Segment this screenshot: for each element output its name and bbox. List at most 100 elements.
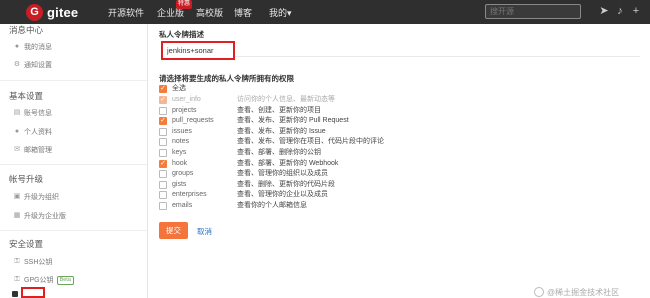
sidebar-item-upgrade-org[interactable]: ▣ 升级为组织 — [13, 192, 59, 202]
lock-icon — [12, 291, 18, 297]
sidebar-section-messages: 消息中心 — [9, 25, 44, 35]
permission-row[interactable]: groups 查看、管理你的组织以及成员 — [159, 169, 459, 179]
permission-name: emails — [172, 202, 193, 209]
permission-description: 访问你的个人信息、最新动态等 — [237, 96, 335, 103]
sidebar-item-label: 通知设置 — [24, 62, 52, 69]
permission-description: 查看、管理你的组织以及成员 — [237, 170, 328, 178]
sidebar-item-label: 我的消息 — [24, 44, 52, 51]
nav-my-label: 我的 — [269, 8, 288, 18]
paper-plane-icon[interactable]: ➤ — [597, 4, 611, 18]
permission-description: 查看你的个人邮箱信息 — [237, 202, 307, 209]
sidebar-section-basic: 基本设置 — [9, 91, 44, 101]
permission-description: 查看、部署、更新你的 Webhook — [237, 159, 339, 167]
gear-icon: ⚙ — [13, 61, 21, 68]
plus-icon[interactable]: + — [629, 4, 643, 18]
sidebar-item-label: 账号信息 — [24, 110, 52, 117]
sidebar-item-emails[interactable]: ✉ 邮箱管理 — [13, 145, 52, 155]
nav-open-source[interactable]: 开源软件 — [108, 6, 144, 19]
sidebar-item-label: 个人资料 — [24, 129, 52, 136]
permission-row[interactable]: keys 查看、部署、删除你的公钥 — [159, 148, 459, 158]
sidebar-section-upgrade: 帐号升级 — [9, 174, 44, 184]
sidebar-item-upgrade-enterprise[interactable]: ▦ 升级为企业版 — [13, 211, 66, 221]
bell-icon: ● — [14, 43, 20, 50]
sidebar-item-gpg-keys[interactable]: ⚿ GPG公钥 Beta — [13, 275, 74, 285]
permission-name: groups — [172, 170, 194, 178]
permission-row[interactable]: ✓ pull_requests 查看、发布、更新你的 Pull Request — [159, 116, 459, 126]
sidebar-divider — [0, 230, 147, 231]
sidebar-item-notify-settings[interactable]: ⚙ 通知设置 — [13, 60, 52, 70]
sidebar-divider — [0, 80, 147, 81]
sidebar-item-profile[interactable]: ● 个人资料 — [13, 127, 52, 137]
top-navbar: G gitee 开源软件 企业版 特惠 高校版 博客 我的▾ ➤ ♪ + — [0, 0, 650, 24]
permission-checkbox-notes[interactable] — [159, 138, 167, 147]
watermark-text: @稀土掘金技术社区 — [547, 288, 620, 297]
permission-row[interactable]: notes 查看、发布、管理你在项目、代码片段中的评论 — [159, 137, 459, 147]
permission-checkbox-issues[interactable] — [159, 127, 167, 136]
permission-checkbox-user-info: ✓ — [159, 96, 167, 104]
sidebar-item-label: 升级为企业版 — [24, 213, 66, 220]
permission-row[interactable]: enterprises 查看、管理你的企业以及成员 — [159, 190, 459, 200]
permission-description: 查看、发布、管理你在项目、代码片段中的评论 — [237, 138, 384, 146]
id-card-icon: ▤ — [13, 109, 21, 116]
mail-icon: ✉ — [14, 146, 20, 153]
submit-button[interactable]: 提交 — [159, 222, 188, 239]
cancel-link[interactable]: 取消 — [197, 226, 212, 237]
permission-checkbox-groups[interactable] — [159, 170, 167, 179]
sidebar-item-label: SSH公钥 — [24, 259, 53, 266]
nav-blog[interactable]: 博客 — [234, 6, 252, 19]
permission-row[interactable]: ✓ user_info 访问你的个人信息、最新动态等 — [159, 95, 459, 105]
permission-row[interactable]: issues 查看、发布、更新你的 Issue — [159, 127, 459, 137]
permission-checkbox-emails[interactable] — [159, 202, 167, 210]
token-desc-input[interactable] — [161, 41, 235, 60]
building-icon: ▦ — [13, 212, 21, 219]
sidebar-divider — [0, 164, 147, 165]
watermark-logo — [534, 287, 544, 297]
desc-input-underline — [235, 45, 640, 57]
key-icon: ⚿ — [14, 276, 20, 283]
select-all-row[interactable]: ✓ 全选 — [159, 84, 186, 94]
gitee-logo-text: gitee — [47, 4, 79, 20]
permission-name: pull_requests — [172, 117, 214, 125]
sidebar-item-label: GPG公钥 — [24, 277, 54, 284]
select-all-label: 全选 — [172, 85, 186, 92]
sidebar-item-account[interactable]: ▤ 账号信息 — [13, 108, 52, 118]
permission-name: enterprises — [172, 191, 207, 199]
permission-checkbox-projects[interactable] — [159, 106, 167, 115]
key-icon: ⚿ — [14, 258, 20, 265]
permission-row[interactable]: gists 查看、删除、更新你的代码片段 — [159, 180, 459, 190]
sidebar-item-private-token-highlight[interactable] — [21, 287, 45, 298]
permission-name: user_info — [172, 96, 201, 103]
permission-row[interactable]: emails 查看你的个人邮箱信息 — [159, 201, 459, 211]
sidebar-item-label: 邮箱管理 — [24, 147, 52, 154]
sidebar-item-label: 升级为组织 — [24, 194, 59, 201]
permission-description: 查看、删除、更新你的代码片段 — [237, 180, 335, 188]
permissions-label: 请选择将要生成的私人令牌所拥有的权限 — [159, 74, 294, 83]
sidebar-item-ssh-keys[interactable]: ⚿ SSH公钥 — [13, 257, 52, 267]
permission-name: keys — [172, 149, 187, 156]
bell-icon[interactable]: ♪ — [613, 4, 627, 18]
search-input[interactable] — [485, 4, 581, 19]
permission-description: 查看、部署、删除你的公钥 — [237, 149, 321, 156]
select-all-checkbox[interactable]: ✓ — [159, 85, 167, 93]
permission-checkbox-keys[interactable] — [159, 149, 167, 157]
permission-row[interactable]: ✓ hook 查看、部署、更新你的 Webhook — [159, 159, 459, 169]
gitee-logo[interactable]: G gitee — [26, 3, 78, 21]
permission-description: 查看、发布、更新你的 Issue — [237, 127, 326, 135]
chevron-down-icon: ▾ — [287, 8, 292, 18]
permission-name: hook — [172, 159, 188, 167]
permission-description: 查看、发布、更新你的 Pull Request — [237, 117, 349, 125]
beta-badge: Beta — [56, 275, 74, 285]
permission-checkbox-pull-requests[interactable]: ✓ — [159, 117, 167, 126]
permission-description: 查看、管理你的企业以及成员 — [237, 191, 328, 199]
permission-name: gists — [172, 180, 187, 188]
sidebar-item-my-messages[interactable]: ● 我的消息 — [13, 42, 52, 52]
permission-checkbox-gists[interactable] — [159, 180, 167, 189]
sidebar-section-security: 安全设置 — [9, 239, 44, 249]
nav-education[interactable]: 高校版 — [196, 6, 223, 19]
permission-checkbox-enterprises[interactable] — [159, 191, 167, 200]
nav-my[interactable]: 我的▾ — [269, 6, 292, 19]
gitee-logo-icon: G — [26, 3, 43, 21]
permission-row[interactable]: projects 查看、创建、更新你的项目 — [159, 106, 459, 116]
permission-checkbox-hook[interactable]: ✓ — [159, 159, 167, 168]
group-icon: ▣ — [13, 193, 21, 200]
